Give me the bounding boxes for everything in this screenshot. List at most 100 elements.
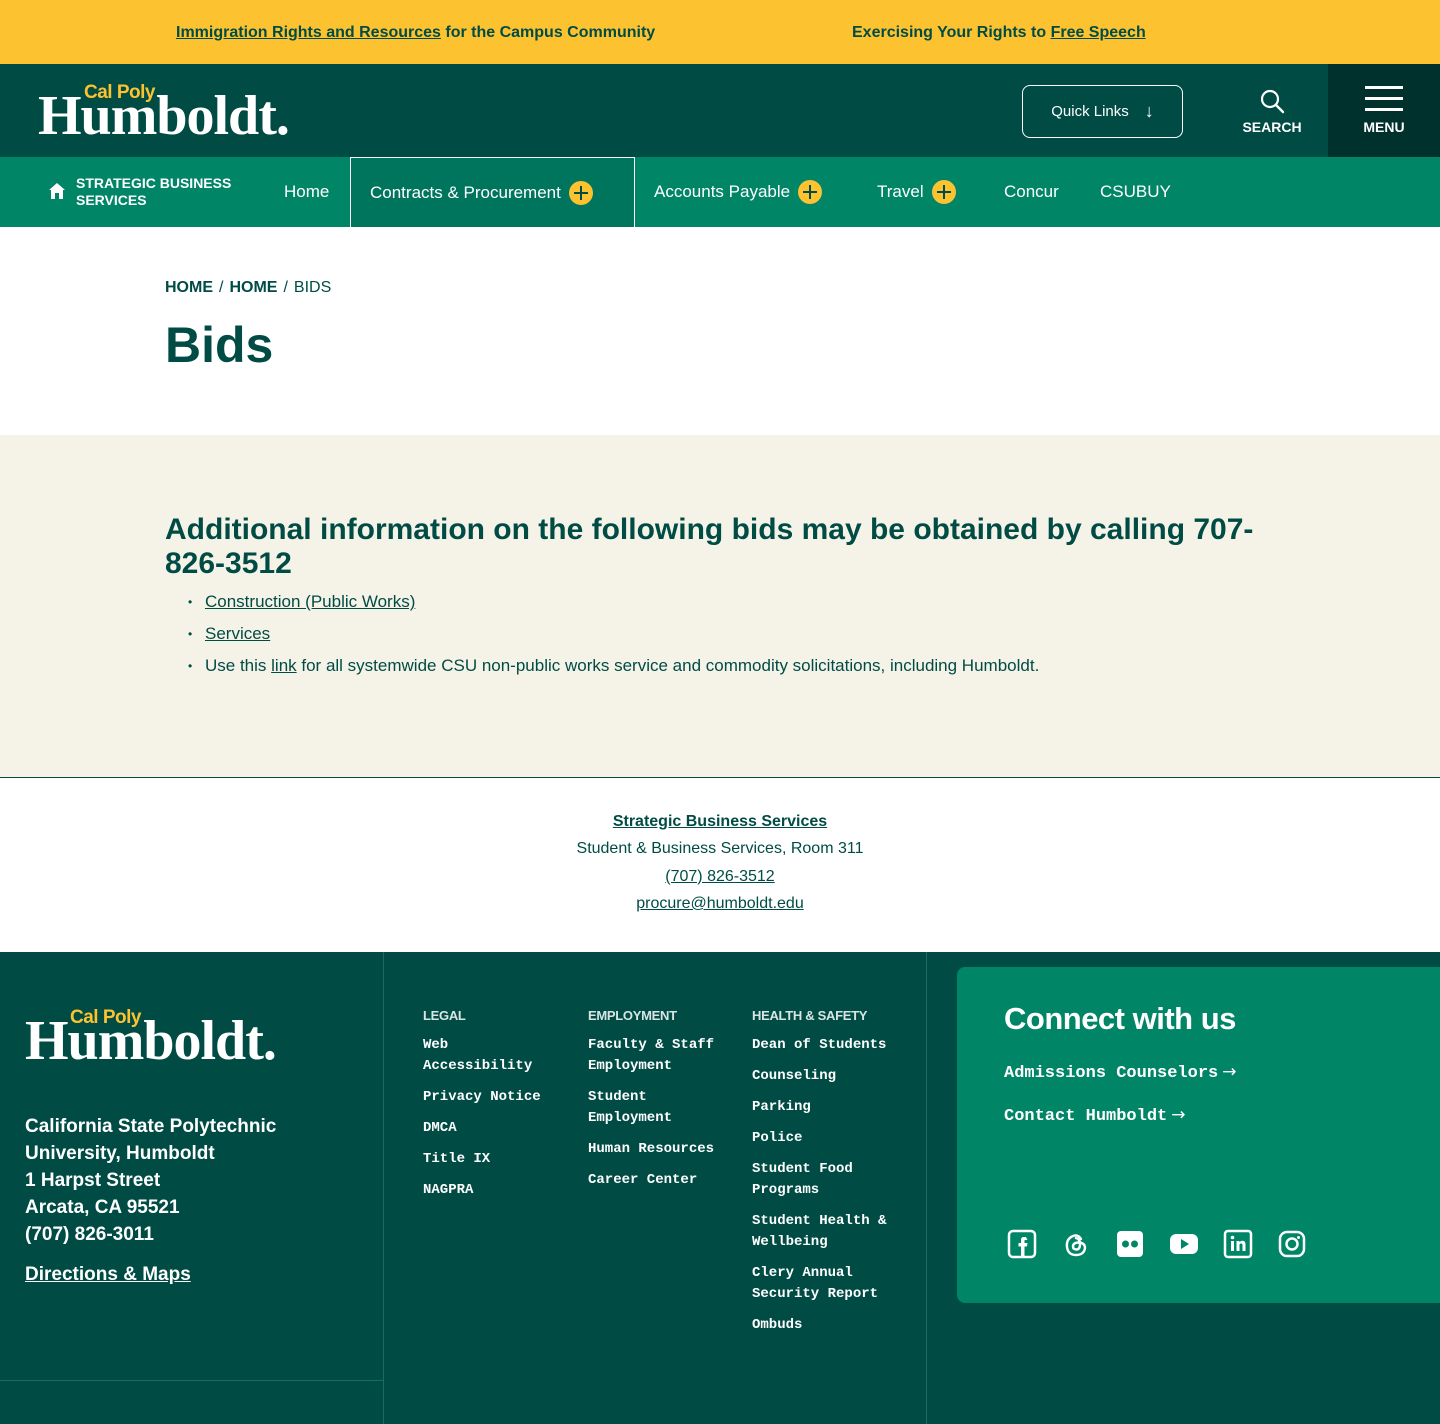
page-title: Bids <box>165 317 274 373</box>
arrow-right-icon: → <box>1171 1105 1186 1125</box>
bids-heading: Additional information on the following … <box>165 513 1254 580</box>
linkedin-icon[interactable] <box>1223 1229 1253 1259</box>
search-icon <box>1260 89 1285 114</box>
footer-link-career-center[interactable]: Career Center <box>588 1170 728 1191</box>
nav-accounts-label: Accounts Payable <box>654 182 791 201</box>
nav-contracts-label: Contracts & Procurement <box>370 182 561 202</box>
flickr-icon[interactable] <box>1115 1229 1145 1259</box>
breadcrumb-home-1[interactable]: HOME <box>165 279 213 296</box>
footer-employment-column: EMPLOYMENT Faculty & Staff Employment St… <box>588 1008 728 1201</box>
list-item: Services <box>188 623 1039 655</box>
footer-link-police[interactable]: Police <box>752 1128 892 1149</box>
systemwide-text-post: for all systemwide CSU non-public works … <box>296 656 1040 675</box>
footer-link-human-resources[interactable]: Human Resources <box>588 1139 728 1160</box>
footer-link-parking[interactable]: Parking <box>752 1097 892 1118</box>
footer-divider <box>0 1380 383 1381</box>
immigration-alert-text: for the Campus Community <box>440 24 656 41</box>
free-speech-alert: Exercising Your Rights to Free Speech <box>852 24 1146 42</box>
footer-link-dean-of-students[interactable]: Dean of Students <box>752 1035 892 1056</box>
office-email-link[interactable]: procure@humboldt.edu <box>636 895 803 912</box>
facebook-icon[interactable] <box>1007 1229 1037 1259</box>
menu-button[interactable]: MENU <box>1328 64 1440 157</box>
bids-list: Construction (Public Works) Services Use… <box>188 591 1040 687</box>
site-header: Cal Poly Humboldt. Quick Links ↓ SEARCH … <box>0 64 1440 157</box>
search-button[interactable]: SEARCH <box>1230 64 1314 157</box>
footer-legal-column: LEGAL Web Accessibility Privacy Notice D… <box>423 1008 563 1211</box>
list-item: Use this link for all systemwide CSU non… <box>188 655 1040 687</box>
footer-divider <box>926 952 927 1424</box>
bids-content: Additional information on the following … <box>0 435 1440 778</box>
connect-heading: Connect with us <box>1004 1001 1236 1036</box>
systemwide-text-pre: Use this <box>205 656 272 675</box>
logo-humboldt: Humboldt. <box>38 85 290 147</box>
breadcrumb-home-2[interactable]: HOME <box>229 279 277 296</box>
footer-health-column: HEALTH & SAFETY Dean of Students Counsel… <box>752 1008 892 1346</box>
breadcrumb-current: BIDS <box>293 279 332 296</box>
footer-link-student-employment[interactable]: Student Employment <box>588 1087 728 1129</box>
nav-travel[interactable]: Travel <box>877 157 956 227</box>
footer-link-counseling[interactable]: Counseling <box>752 1066 892 1087</box>
nav-contracts-procurement[interactable]: Contracts & Procurement <box>350 157 635 227</box>
arrow-right-icon: → <box>1222 1062 1237 1082</box>
footer-legal-heading: LEGAL <box>423 1008 466 1023</box>
plus-icon[interactable] <box>798 180 823 204</box>
connect-panel: Connect with us Admissions Counselors → C… <box>957 967 1440 1303</box>
search-label: SEARCH <box>1242 119 1302 135</box>
free-speech-alert-text: Exercising Your Rights to <box>852 24 1051 41</box>
breadcrumb-separator: / <box>219 279 224 296</box>
menu-label: MENU <box>1363 119 1405 135</box>
humboldt-logo[interactable]: Cal Poly Humboldt. <box>38 82 318 147</box>
footer-address: California State Polytechnic University,… <box>25 1113 276 1248</box>
contact-humboldt-label: Contact Humboldt <box>1004 1107 1168 1126</box>
threads-icon[interactable] <box>1061 1229 1091 1259</box>
admissions-counselors-link[interactable]: Admissions Counselors → <box>1004 1062 1237 1083</box>
footer-link-student-food-programs[interactable]: Student Food Programs <box>752 1159 892 1201</box>
free-speech-link[interactable]: Free Speech <box>1051 24 1146 41</box>
footer-link-privacy-notice[interactable]: Privacy Notice <box>423 1087 563 1108</box>
list-item: Construction (Public Works) <box>188 591 1039 623</box>
construction-link[interactable]: Construction (Public Works) <box>205 592 415 611</box>
quick-links-button[interactable]: Quick Links ↓ <box>1022 85 1183 138</box>
plus-icon[interactable] <box>931 180 956 204</box>
address-line: Arcata, CA 95521 <box>25 1197 180 1218</box>
instagram-icon[interactable] <box>1277 1229 1307 1259</box>
footer-link-web-accessibility[interactable]: Web Accessibility <box>423 1035 563 1077</box>
nav-accounts-payable[interactable]: Accounts Payable <box>654 157 823 227</box>
address-line: 1 Harpst Street <box>25 1170 161 1191</box>
nav-home-label: Home <box>284 182 330 201</box>
logo-humboldt: Humboldt. <box>25 1010 277 1072</box>
footer-link-title-ix[interactable]: Title IX <box>423 1149 563 1170</box>
office-location: Student & Business Services, Room 311 <box>576 840 864 857</box>
immigration-alert: Immigration Rights and Resources for the… <box>176 24 655 42</box>
alert-bar: Immigration Rights and Resources for the… <box>0 0 1440 64</box>
nav-concur[interactable]: Concur <box>1004 157 1059 227</box>
breadcrumb: HOME / HOME / BIDS <box>165 279 331 297</box>
footer-link-faculty-staff-employment[interactable]: Faculty & Staff Employment <box>588 1035 728 1077</box>
address-line: (707) 826-3011 <box>25 1224 154 1245</box>
office-phone-link[interactable]: (707) 826-3512 <box>665 868 774 885</box>
footer-humboldt-logo[interactable]: Cal Poly Humboldt. <box>25 1007 315 1072</box>
nav-travel-label: Travel <box>877 182 924 201</box>
contact-humboldt-link[interactable]: Contact Humboldt → <box>1004 1105 1185 1126</box>
home-icon <box>49 183 65 199</box>
directions-maps-link[interactable]: Directions & Maps <box>25 1264 191 1286</box>
nav-csubuy[interactable]: CSUBUY <box>1100 157 1171 227</box>
footer-employment-heading: EMPLOYMENT <box>588 1008 677 1023</box>
footer-link-dmca[interactable]: DMCA <box>423 1118 563 1139</box>
site-name: STRATEGIC BUSINESS SERVICES <box>76 175 232 208</box>
address-line: California State Polytechnic <box>25 1116 277 1137</box>
youtube-icon[interactable] <box>1169 1229 1199 1259</box>
hamburger-icon <box>1365 86 1403 119</box>
immigration-rights-link[interactable]: Immigration Rights and Resources <box>176 24 441 41</box>
footer-link-nagpra[interactable]: NAGPRA <box>423 1180 563 1201</box>
footer-link-ombuds[interactable]: Ombuds <box>752 1315 892 1336</box>
plus-icon[interactable] <box>568 180 593 205</box>
footer-link-student-health[interactable]: Student Health & Wellbeing <box>752 1211 892 1253</box>
footer-link-clery-report[interactable]: Clery Annual Security Report <box>752 1263 892 1305</box>
nav-home[interactable]: Home <box>284 157 329 227</box>
systemwide-link[interactable]: link <box>271 656 297 675</box>
services-link[interactable]: Services <box>205 624 270 643</box>
nav-concur-label: Concur <box>1004 182 1059 201</box>
arrow-down-icon: ↓ <box>1144 101 1154 121</box>
office-name-link[interactable]: Strategic Business Services <box>613 813 827 830</box>
